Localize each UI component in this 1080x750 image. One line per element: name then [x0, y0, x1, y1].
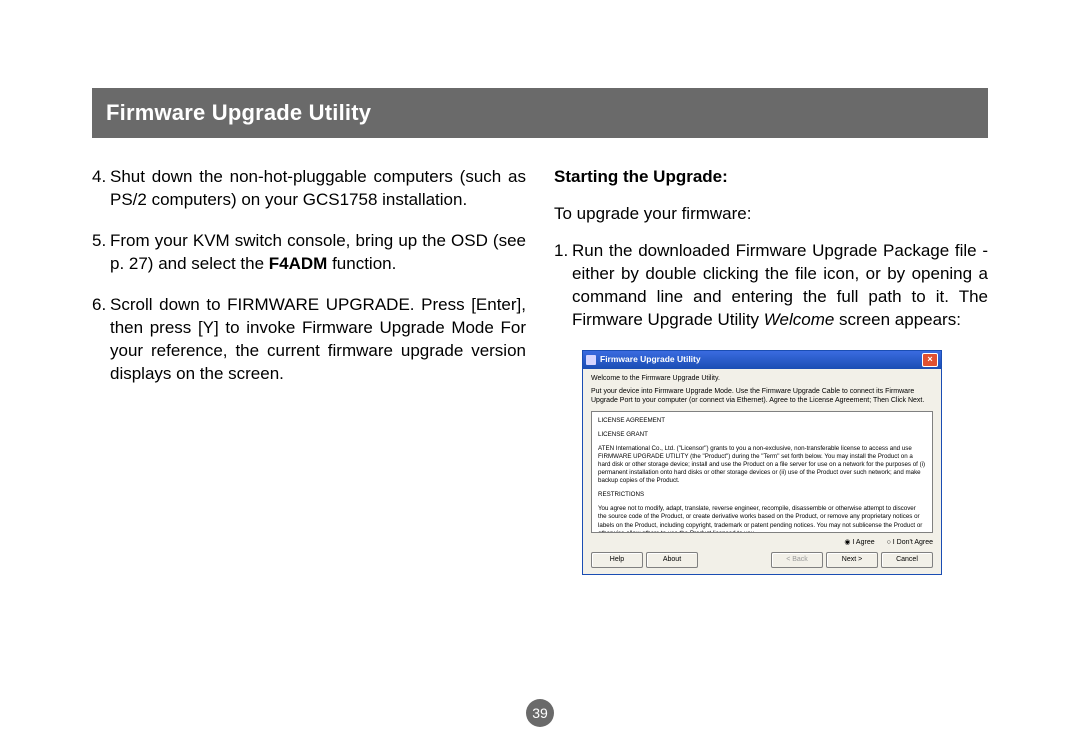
license-grant-body: ATEN International Co., Ltd. ("Licensor"…: [598, 445, 926, 485]
step-body: From your KVM switch console, bring up t…: [110, 230, 526, 276]
banner-text: Firmware Upgrade Utility: [106, 100, 371, 125]
right-column: Starting the Upgrade: To upgrade your fi…: [554, 166, 988, 575]
step-body: Run the downloaded Firmware Upgrade Pack…: [572, 240, 988, 332]
dialog-button-row: Help About < Back Next > Cancel: [591, 552, 933, 567]
page-title-banner: Firmware Upgrade Utility: [92, 88, 988, 138]
back-button[interactable]: < Back: [771, 552, 823, 567]
agree-radios: ◉ I Agree ○ I Don't Agree: [591, 538, 933, 547]
instruction-text: Put your device into Firmware Upgrade Mo…: [591, 388, 933, 406]
license-heading: LICENSE AGREEMENT: [598, 417, 926, 425]
left-column: 4. Shut down the non-hot-pluggable compu…: [92, 166, 526, 575]
welcome-text: Welcome to the Firmware Upgrade Utility.: [591, 375, 933, 384]
about-button[interactable]: About: [646, 552, 698, 567]
agree-radio[interactable]: ◉ I Agree: [844, 539, 874, 546]
step-number: 4.: [92, 166, 110, 212]
step-number: 6.: [92, 294, 110, 386]
cancel-button[interactable]: Cancel: [881, 552, 933, 567]
dialog-body: Welcome to the Firmware Upgrade Utility.…: [583, 369, 941, 574]
dialog-title: Firmware Upgrade Utility: [600, 354, 922, 365]
license-grant-heading: LICENSE GRANT: [598, 431, 926, 439]
lead-text: To upgrade your firmware:: [554, 203, 988, 226]
content-columns: 4. Shut down the non-hot-pluggable compu…: [92, 166, 988, 575]
step-body: Shut down the non-hot-pluggable computer…: [110, 166, 526, 212]
text-run: function.: [327, 254, 396, 273]
screenshot-wrapper: Firmware Upgrade Utility × Welcome to th…: [582, 350, 988, 575]
restrictions-heading: RESTRICTIONS: [598, 491, 926, 499]
restrictions-body: You agree not to modify, adapt, translat…: [598, 505, 926, 533]
button-spacer: [701, 552, 768, 567]
next-button[interactable]: Next >: [826, 552, 878, 567]
dialog-titlebar: Firmware Upgrade Utility ×: [583, 351, 941, 369]
license-textbox[interactable]: LICENSE AGREEMENT LICENSE GRANT ATEN Int…: [591, 411, 933, 533]
page-number: 39: [532, 705, 548, 721]
step-4: 4. Shut down the non-hot-pluggable compu…: [92, 166, 526, 212]
step-body: Scroll down to FIRMWARE UPGRADE. Press […: [110, 294, 526, 386]
text-bold: F4ADM: [269, 254, 328, 273]
step-5: 5. From your KVM switch console, bring u…: [92, 230, 526, 276]
text-run: screen appears:: [834, 310, 961, 329]
disagree-radio[interactable]: ○ I Don't Agree: [887, 539, 933, 546]
text-italic: Welcome: [764, 310, 835, 329]
help-button[interactable]: Help: [591, 552, 643, 567]
radio-label: I Agree: [852, 539, 874, 546]
firmware-dialog: Firmware Upgrade Utility × Welcome to th…: [582, 350, 942, 575]
app-icon: [586, 355, 596, 365]
subheading: Starting the Upgrade:: [554, 166, 988, 189]
step-number: 5.: [92, 230, 110, 276]
step-6: 6. Scroll down to FIRMWARE UPGRADE. Pres…: [92, 294, 526, 386]
manual-page: Firmware Upgrade Utility 4. Shut down th…: [0, 0, 1080, 750]
step-number: 1.: [554, 240, 572, 332]
close-icon[interactable]: ×: [922, 353, 938, 367]
step-1: 1. Run the downloaded Firmware Upgrade P…: [554, 240, 988, 332]
radio-label: I Don't Agree: [893, 539, 933, 546]
page-number-badge: 39: [526, 699, 554, 727]
